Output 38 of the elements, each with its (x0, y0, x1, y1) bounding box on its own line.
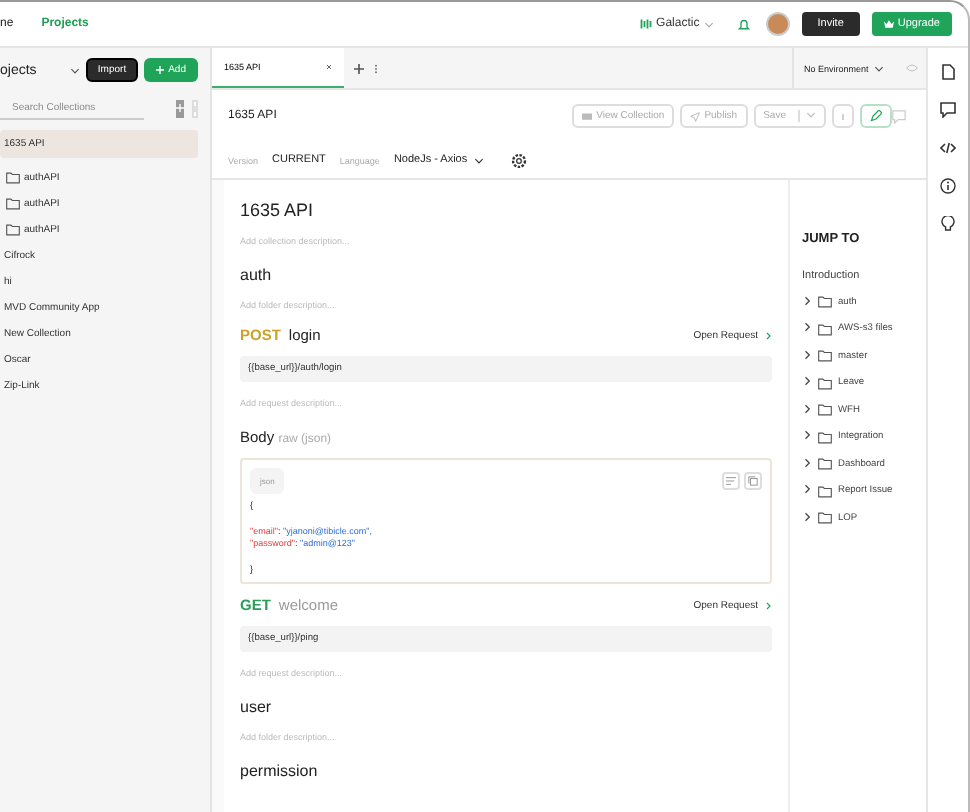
lightbulb-icon[interactable] (940, 216, 956, 232)
copy-button[interactable] (744, 472, 762, 490)
chevron-right-icon (766, 601, 772, 609)
avatar[interactable] (765, 12, 790, 36)
chevron-right-icon[interactable] (804, 349, 812, 360)
chevron-right-icon[interactable] (804, 484, 812, 495)
close-icon[interactable] (326, 64, 332, 70)
chevron-right-icon (766, 331, 772, 339)
collection-heading: 1635 API (240, 200, 316, 220)
code-icon[interactable] (940, 140, 956, 156)
comment-icon[interactable] (940, 102, 956, 118)
chevron-right-icon[interactable] (804, 295, 812, 306)
info-icon[interactable] (940, 178, 956, 194)
chevron-right-icon[interactable] (804, 403, 812, 414)
folder-heading: user (240, 698, 274, 716)
edit-button[interactable] (860, 104, 892, 128)
copy-icon (748, 476, 758, 486)
folder-heading: permission (240, 762, 320, 780)
chevron-right-icon[interactable] (804, 376, 812, 387)
new-collection-button[interactable] (176, 99, 184, 117)
caret-icon[interactable] (473, 157, 484, 163)
caret-icon[interactable] (874, 65, 885, 71)
chevron-right-icon[interactable] (804, 457, 812, 468)
chevron-right-icon[interactable] (804, 430, 812, 441)
wrap-icon (726, 476, 736, 486)
settings-icon[interactable] (509, 151, 528, 169)
caret-icon[interactable] (69, 67, 80, 73)
new-tab-icon[interactable] (354, 63, 364, 73)
pencil-icon (870, 110, 882, 122)
crown-icon (883, 20, 894, 28)
chevron-right-icon[interactable] (804, 511, 812, 522)
chevron-right-icon[interactable] (804, 322, 812, 333)
bell-icon[interactable] (737, 17, 750, 31)
briefcase-icon (582, 112, 593, 120)
document-icon[interactable] (940, 64, 956, 80)
send-icon (690, 111, 701, 121)
workspace-icon (640, 18, 653, 30)
folder-heading: auth (240, 266, 274, 284)
